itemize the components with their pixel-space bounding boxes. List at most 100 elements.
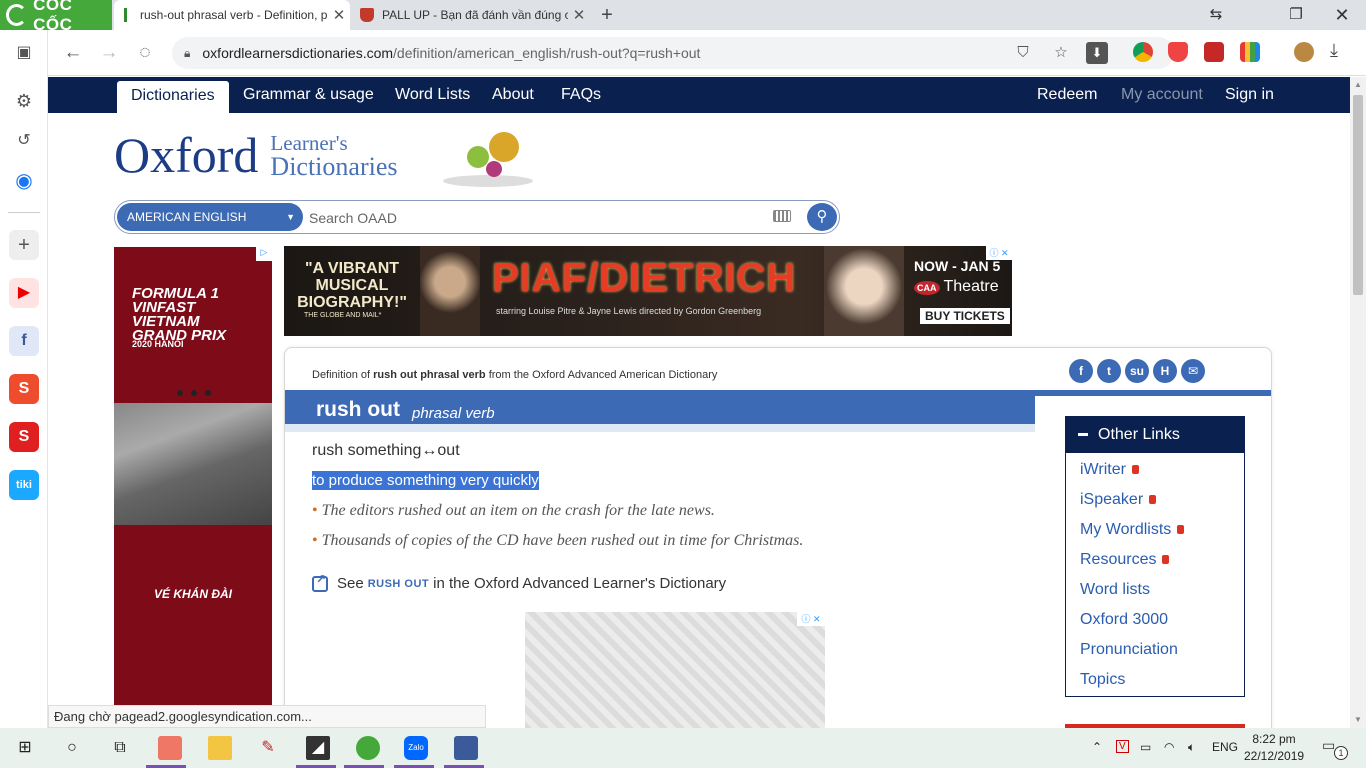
tray-antivirus-icon[interactable]: V — [1116, 740, 1129, 753]
share-email-icon[interactable]: ✉ — [1181, 359, 1205, 383]
other-link-word-lists[interactable]: Word lists — [1080, 581, 1150, 599]
zalo-icon[interactable]: Zalo — [404, 736, 428, 760]
adchoices-icon[interactable]: ▷ — [256, 247, 272, 261]
bookmark-star-icon[interactable]: ☆ — [1050, 42, 1072, 64]
share-twitter-icon[interactable]: t — [1097, 359, 1121, 383]
ad-piaf-dietrich-banner[interactable]: "A VIBRANT MUSICAL BIOGRAPHY!" THE GLOBE… — [284, 246, 1012, 336]
grid-extension-icon[interactable] — [1240, 42, 1260, 62]
share-facebook-icon[interactable]: f — [1069, 359, 1093, 383]
other-link-topics[interactable]: Topics — [1080, 671, 1125, 689]
file-explorer-icon[interactable] — [208, 736, 232, 760]
example-sentence: • The editors rushed out an item on the c… — [312, 502, 715, 520]
other-links-title: Other Links — [1098, 426, 1180, 443]
ad-formula1-banner[interactable]: ▷ FORMULA 1 VINFAST VIETNAM GRAND PRIX 2… — [114, 247, 272, 728]
share-stumbleupon-icon[interactable]: su — [1125, 359, 1149, 383]
nav-about[interactable]: About — [492, 77, 534, 113]
youtube-icon[interactable]: ▶ — [9, 278, 39, 308]
see-word[interactable]: RUSH OUT — [368, 578, 429, 590]
nav-dictionaries[interactable]: Dictionaries — [117, 81, 229, 113]
buy-tickets-button[interactable]: BUY TICKETS — [920, 308, 1010, 324]
wifi-icon[interactable]: ◠ — [1164, 740, 1174, 754]
forward-arrow-icon[interactable]: → — [96, 40, 122, 66]
settings-gear-icon[interactable]: ⚙ — [9, 86, 39, 116]
status-bubble: Đang chờ pagead2.googlesyndication.com..… — [48, 705, 486, 728]
logo-subtitle: Learner's Dictionaries — [270, 131, 397, 180]
new-tab-button[interactable]: + — [596, 3, 618, 27]
scroll-down-icon[interactable]: ▼ — [1350, 712, 1366, 728]
tab-oxford-active[interactable]: rush-out phrasal verb - Definition, pict… — [114, 0, 350, 30]
chrome-extension-icon[interactable] — [1133, 42, 1153, 62]
volume-icon[interactable]: 🔈︎ — [1188, 740, 1195, 755]
close-window-icon[interactable]: ✕ — [1322, 0, 1362, 30]
other-link-resources[interactable]: Resources — [1080, 551, 1170, 569]
messenger-icon[interactable]: ◉ — [9, 166, 39, 196]
taskbar-search-icon[interactable]: ○ — [60, 736, 84, 760]
tab-pallup[interactable]: PALL UP - Bạn đã đánh vần đúng chưa? ✕ — [350, 0, 590, 30]
input-language[interactable]: ENG — [1212, 740, 1238, 754]
paint-icon[interactable]: ✎ — [256, 736, 280, 760]
ad-show-title: PIAF/DIETRICH — [492, 256, 797, 300]
coccoc-brand-button[interactable]: CỐC CỐC — [0, 0, 112, 34]
other-links-header[interactable]: Other Links — [1066, 417, 1244, 453]
task-view-icon[interactable]: ⧉ — [108, 736, 132, 760]
other-link-iwriter[interactable]: iWriter — [1080, 461, 1139, 479]
loading-spinner-icon[interactable]: ◌ — [132, 40, 158, 66]
window-menu-icon[interactable]: ⇆ — [1196, 0, 1236, 30]
sidebar-panel-icon[interactable]: ▣ — [9, 38, 39, 68]
app-icon[interactable] — [454, 736, 478, 760]
app-icon[interactable]: ◢ — [306, 736, 330, 760]
caa-badge: CAA — [914, 281, 940, 295]
ad-maze-banner[interactable]: ⓘ ✕ — [525, 612, 825, 728]
nav-sign-in[interactable]: Sign in — [1225, 77, 1274, 113]
history-icon[interactable]: ↺ — [9, 126, 39, 156]
clock-date: 22/12/2019 — [1244, 749, 1305, 763]
add-shortcut-icon[interactable]: + — [9, 230, 39, 260]
windows-start-icon[interactable]: ⊞ — [13, 736, 37, 760]
other-link-pronunciation[interactable]: Pronunciation — [1080, 641, 1178, 659]
other-link-ispeaker[interactable]: iSpeaker — [1080, 491, 1157, 509]
page-scrollbar[interactable]: ▲ ▼ — [1350, 77, 1366, 728]
scroll-thumb[interactable] — [1353, 95, 1363, 295]
other-link-my-wordlists[interactable]: My Wordlists — [1080, 521, 1185, 539]
downloads-icon[interactable]: ⤓ — [1330, 40, 1338, 61]
share-hyves-icon[interactable]: H — [1153, 359, 1177, 383]
taskbar-clock[interactable]: 8:22 pm 22/12/2019 — [1244, 731, 1304, 765]
address-bar[interactable]: 🔒︎ oxfordlearnersdictionaries.com /defin… — [172, 37, 1174, 69]
restore-window-icon[interactable]: ❐ — [1276, 0, 1316, 30]
nav-redeem[interactable]: Redeem — [1037, 77, 1097, 113]
see-also-link[interactable]: See RUSH OUT in the Oxford Advanced Lear… — [312, 572, 727, 592]
windows-taskbar: ⊞ ○ ⧉ ✎ ◢ Zalo ⌃ V ▭ ◠ 🔈︎ ENG 8:22 pm 22… — [0, 728, 1366, 768]
tab-close-icon[interactable]: ✕ — [568, 6, 590, 24]
tray-chevron-up-icon[interactable]: ⌃ — [1092, 740, 1102, 754]
search-input[interactable] — [309, 206, 769, 230]
coccoc-taskbar-icon[interactable] — [356, 736, 380, 760]
tiki-icon[interactable]: tiki — [9, 470, 39, 500]
profile-avatar[interactable] — [1294, 42, 1314, 62]
search-button[interactable]: ⚲ — [807, 203, 837, 231]
shield-icon[interactable]: ⛉ — [1012, 42, 1034, 64]
ad-close-icon[interactable]: ⓘ ✕ — [797, 612, 825, 626]
other-link-oxford-3000[interactable]: Oxford 3000 — [1080, 611, 1168, 629]
app-icon[interactable] — [158, 736, 182, 760]
ad-close-icon[interactable]: ⓘ ✕ — [986, 246, 1012, 260]
save-page-icon[interactable]: ⬇ — [1086, 42, 1108, 64]
nav-my-account[interactable]: My account — [1121, 77, 1203, 113]
lock-icon[interactable]: 🔒︎ — [184, 46, 190, 61]
keyboard-icon[interactable] — [773, 210, 791, 222]
scroll-up-icon[interactable]: ▲ — [1350, 77, 1366, 93]
adblock-extension-icon[interactable] — [1168, 42, 1188, 62]
facebook-icon[interactable]: f — [9, 326, 39, 356]
red-extension-icon[interactable] — [1204, 42, 1224, 62]
dictionary-select[interactable]: AMERICAN ENGLISH ▼ — [117, 203, 303, 231]
shopee-icon[interactable]: S — [9, 374, 39, 404]
oxford-logo[interactable]: Oxford Learner's Dictionaries — [114, 125, 398, 185]
nav-grammar-usage[interactable]: Grammar & usage — [243, 77, 374, 113]
oxford-favicon-icon — [124, 8, 132, 22]
tab-close-icon[interactable]: ✕ — [328, 6, 350, 24]
nav-word-lists[interactable]: Word Lists — [395, 77, 470, 113]
sendo-icon[interactable]: S — [9, 422, 39, 452]
battery-icon[interactable]: ▭ — [1140, 740, 1151, 754]
back-arrow-icon[interactable]: ← — [60, 40, 86, 66]
nav-faqs[interactable]: FAQs — [561, 77, 601, 113]
see-suffix: in the Oxford Advanced Learner's Diction… — [433, 575, 727, 592]
